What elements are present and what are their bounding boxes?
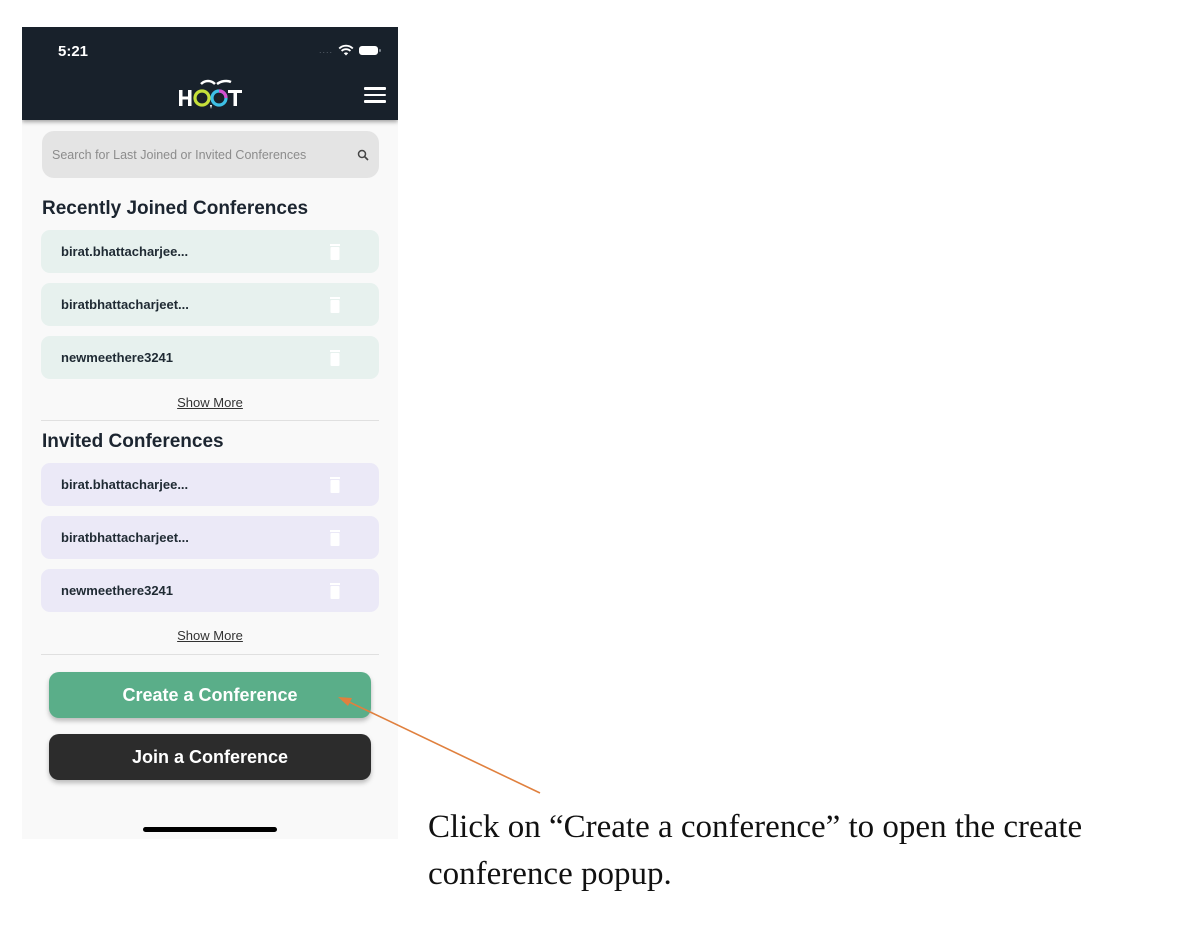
invited-conference-item[interactable]: birat.bhattacharjee...	[41, 463, 379, 506]
create-conference-button[interactable]: Create a Conference	[49, 672, 371, 718]
trash-icon[interactable]	[329, 244, 341, 260]
recently-joined-title: Recently Joined Conferences	[42, 198, 309, 219]
recent-show-more-link[interactable]: Show More	[22, 395, 398, 410]
trash-icon[interactable]	[329, 477, 341, 493]
trash-icon[interactable]	[329, 583, 341, 599]
invited-conference-item[interactable]: newmeethere3241	[41, 569, 379, 612]
recent-conference-item[interactable]: newmeethere3241	[41, 336, 379, 379]
search-field[interactable]	[42, 131, 379, 178]
battery-icon	[359, 45, 381, 55]
annotation-caption: Click on “Create a conference” to open t…	[428, 809, 1083, 892]
conference-name: birat.bhattacharjee...	[61, 244, 189, 259]
wifi-icon	[338, 44, 354, 56]
status-time: 5:21	[58, 43, 89, 60]
conference-name: newmeethere3241	[61, 350, 174, 365]
recent-conference-item[interactable]: birat.bhattacharjee...	[41, 230, 379, 273]
invited-title: Invited Conferences	[42, 431, 224, 452]
invited-show-more-link[interactable]: Show More	[22, 628, 398, 643]
hamburger-menu-icon[interactable]	[364, 87, 386, 105]
signal-icon: ....	[318, 45, 333, 55]
join-conference-button[interactable]: Join a Conference	[49, 734, 371, 780]
invited-conference-item[interactable]: biratbhattacharjeet...	[41, 516, 379, 559]
trash-icon[interactable]	[329, 297, 341, 313]
menu-line	[364, 87, 386, 90]
divider	[41, 654, 379, 655]
search-input[interactable]	[52, 147, 353, 162]
conference-name: biratbhattacharjeet...	[61, 297, 189, 312]
recent-conference-item[interactable]: biratbhattacharjeet...	[41, 283, 379, 326]
menu-line	[364, 100, 386, 103]
hoot-logo	[179, 79, 242, 109]
trash-icon[interactable]	[329, 530, 341, 546]
conference-name: newmeethere3241	[61, 583, 174, 598]
conference-name: birat.bhattacharjee...	[61, 477, 189, 492]
home-indicator	[143, 827, 277, 832]
trash-icon[interactable]	[329, 350, 341, 366]
conference-name: biratbhattacharjeet...	[61, 530, 189, 545]
menu-line	[364, 93, 386, 96]
search-icon[interactable]	[357, 149, 369, 161]
app-header: 5:21 ....	[22, 27, 398, 120]
status-icons: ....	[318, 44, 381, 56]
phone-screen: 5:21 .... Search for Last Joined or Invi…	[22, 27, 398, 839]
divider	[41, 420, 379, 421]
